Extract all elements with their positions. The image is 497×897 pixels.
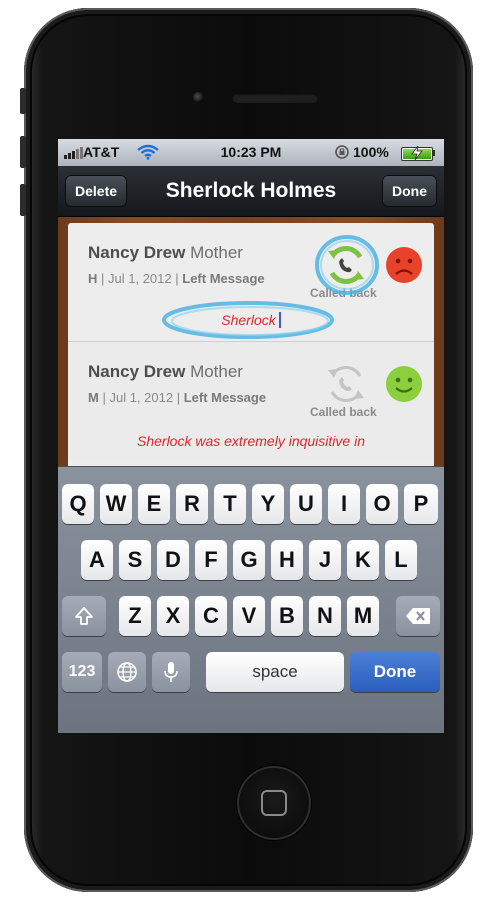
contact-name-line: Nancy Drew Mother [88,362,243,382]
phone-type-code: H [88,271,98,286]
phone-screen: AT&T 10:23 PM 100% Delete Sherlock Holme… [58,139,444,733]
globe-icon [117,662,137,682]
called-back-label: Called back [310,286,377,300]
key-c[interactable]: C [195,596,227,636]
key-o[interactable]: O [366,484,398,524]
key-b[interactable]: B [271,596,303,636]
keyboard-done-key[interactable]: Done [350,652,440,692]
key-e[interactable]: E [138,484,170,524]
earpiece-speaker [232,93,318,103]
contact-name: Nancy Drew [88,362,186,381]
backspace-icon [406,608,430,624]
called-back-icon[interactable] [324,362,368,406]
key-h[interactable]: H [271,540,303,580]
phone-type-code: M [88,390,99,405]
key-k[interactable]: K [347,540,379,580]
note-text: Sherlock was extremely inquisitive in [137,433,365,449]
space-key[interactable]: space [206,652,344,692]
volume-up-button [20,136,26,168]
home-button[interactable] [237,766,311,840]
called-back-label: Called back [310,405,377,419]
globe-key[interactable] [108,652,146,692]
front-camera-icon [193,92,204,103]
home-square-icon [261,790,287,816]
key-m[interactable]: M [347,596,379,636]
key-p[interactable]: P [404,484,438,524]
contact-name-line: Nancy Drew Mother [88,243,243,263]
key-v[interactable]: V [233,596,265,636]
volume-down-button [20,184,26,216]
key-q[interactable]: Q [62,484,94,524]
call-entry[interactable]: Nancy Drew Mother M | Jul 1, 2012 | Left… [68,341,434,462]
call-date: Jul 1, 2012 [108,271,172,286]
key-a[interactable]: A [81,540,113,580]
mute-switch [20,88,26,114]
sad-face-icon[interactable] [384,245,424,285]
key-g[interactable]: G [233,540,265,580]
key-n[interactable]: N [309,596,341,636]
numbers-key[interactable]: 123 [62,652,102,692]
text-cursor [278,312,281,328]
key-f[interactable]: F [195,540,227,580]
charging-bolt-icon [411,145,423,161]
contact-relation: Mother [190,243,243,262]
key-w[interactable]: W [100,484,132,524]
call-date: Jul 1, 2012 [109,390,174,405]
key-y[interactable]: Y [252,484,284,524]
call-meta: M | Jul 1, 2012 | Left Message [88,390,267,405]
key-x[interactable]: X [157,596,189,636]
key-u[interactable]: U [290,484,322,524]
dictation-key[interactable] [152,652,190,692]
call-entry[interactable]: Nancy Drew Mother H | Jul 1, 2012 | Left… [68,223,434,343]
key-z[interactable]: Z [119,596,151,636]
happy-face-icon[interactable] [384,364,424,404]
key-i[interactable]: I [328,484,360,524]
navigation-bar: Delete Sherlock Holmes Done [58,166,444,217]
status-bar: AT&T 10:23 PM 100% [58,139,444,166]
note-text: Sherlock [221,312,276,328]
shift-key[interactable] [62,596,106,636]
on-screen-keyboard: Q W E R T Y U I O P A S D F G H J K L Z … [58,466,444,733]
battery-percent: 100% [353,144,389,160]
microphone-icon [164,662,178,682]
key-l[interactable]: L [385,540,417,580]
key-t[interactable]: T [214,484,246,524]
call-log-card: Nancy Drew Mother H | Jul 1, 2012 | Left… [68,223,434,473]
done-button[interactable]: Done [382,175,437,207]
note-text-editing[interactable]: Sherlock [68,312,434,328]
contact-relation: Mother [190,362,243,381]
key-d[interactable]: D [157,540,189,580]
shift-arrow-icon [75,607,93,625]
call-status: Left Message [182,271,265,286]
backspace-key[interactable] [396,596,440,636]
key-r[interactable]: R [176,484,208,524]
called-back-icon[interactable] [324,243,368,287]
call-log-area: Nancy Drew Mother H | Jul 1, 2012 | Left… [58,217,444,473]
call-meta: H | Jul 1, 2012 | Left Message [88,271,265,286]
battery-tip [432,150,435,156]
key-j[interactable]: J [309,540,341,580]
key-s[interactable]: S [119,540,151,580]
call-status: Left Message [183,390,267,405]
contact-name: Nancy Drew [88,243,186,262]
rotation-lock-icon [335,145,349,159]
